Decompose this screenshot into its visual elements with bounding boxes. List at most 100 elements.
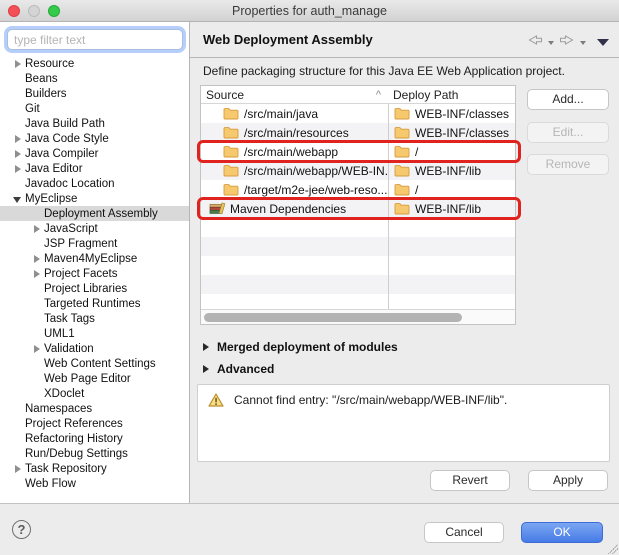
section-merged-deployment[interactable]: Merged deployment of modules: [203, 340, 398, 354]
page-description: Define packaging structure for this Java…: [203, 64, 565, 78]
sidebar-item-project-libraries[interactable]: Project Libraries: [0, 281, 190, 296]
chevron-collapsed-icon[interactable]: [13, 59, 23, 69]
tree-indent-spacer: [32, 284, 42, 294]
horizontal-scrollbar[interactable]: [201, 309, 515, 324]
sidebar-item-java-editor[interactable]: Java Editor: [0, 161, 190, 176]
sidebar-item-beans[interactable]: Beans: [0, 71, 190, 86]
sidebar-item-label: Task Repository: [25, 463, 107, 475]
sidebar-item-label: Targeted Runtimes: [44, 298, 141, 310]
column-header-deploy-path[interactable]: Deploy Path: [388, 86, 515, 103]
back-icon[interactable]: [527, 33, 543, 52]
table-row[interactable]: /src/main/javaWEB-INF/classes: [201, 104, 515, 123]
sidebar-item-web-page-editor[interactable]: Web Page Editor: [0, 371, 190, 386]
source-cell[interactable]: /src/main/webapp/WEB-IN...: [201, 164, 388, 178]
tree-indent-spacer: [32, 374, 42, 384]
header-divider: [190, 57, 619, 58]
help-icon[interactable]: ?: [12, 520, 31, 539]
sidebar-item-project-facets[interactable]: Project Facets: [0, 266, 190, 281]
edit-button: Edit...: [527, 122, 609, 143]
window-title: Properties for auth_manage: [232, 4, 387, 18]
zoom-icon[interactable]: [48, 5, 60, 17]
table-row[interactable]: /src/main/webapp/WEB-IN...WEB-INF/lib: [201, 161, 515, 180]
sidebar-item-web-flow[interactable]: Web Flow: [0, 476, 190, 491]
deploy-path-cell[interactable]: WEB-INF/classes: [388, 126, 515, 140]
chevron-collapsed-icon[interactable]: [32, 344, 42, 354]
sidebar-item-builders[interactable]: Builders: [0, 86, 190, 101]
sidebar-item-myeclipse[interactable]: MyEclipse: [0, 191, 190, 206]
column-header-source[interactable]: Source ^: [201, 86, 388, 103]
sidebar-item-javadoc-location[interactable]: Javadoc Location: [0, 176, 190, 191]
resize-grip-icon[interactable]: [608, 544, 618, 554]
source-cell[interactable]: /target/m2e-jee/web-reso...: [201, 183, 388, 197]
sidebar-item-label: MyEclipse: [25, 193, 77, 205]
sidebar-item-java-compiler[interactable]: Java Compiler: [0, 146, 190, 161]
add-button[interactable]: Add...: [527, 89, 609, 110]
sidebar-item-xdoclet[interactable]: XDoclet: [0, 386, 190, 401]
chevron-expanded-icon[interactable]: [13, 194, 23, 204]
sidebar-item-maven4myeclipse[interactable]: Maven4MyEclipse: [0, 251, 190, 266]
sidebar-item-targeted-runtimes[interactable]: Targeted Runtimes: [0, 296, 190, 311]
chevron-collapsed-icon[interactable]: [32, 269, 42, 279]
sidebar-item-jsp-fragment[interactable]: JSP Fragment: [0, 236, 190, 251]
sidebar-item-label: Java Editor: [25, 163, 83, 175]
sidebar-item-label: Web Page Editor: [44, 373, 131, 385]
table-actions: Add... Edit... Remove: [527, 89, 609, 175]
sidebar-item-uml1[interactable]: UML1: [0, 326, 190, 341]
sidebar-item-git[interactable]: Git: [0, 101, 190, 116]
deploy-path-cell[interactable]: WEB-INF/classes: [388, 107, 515, 121]
sidebar-item-label: Refactoring History: [25, 433, 123, 445]
scrollbar-thumb[interactable]: [204, 313, 462, 322]
sidebar-item-web-content-settings[interactable]: Web Content Settings: [0, 356, 190, 371]
table-row[interactable]: /src/main/resourcesWEB-INF/classes: [201, 123, 515, 142]
source-cell[interactable]: /src/main/java: [201, 107, 388, 121]
deploy-path-cell[interactable]: WEB-INF/lib: [388, 202, 515, 216]
sidebar-item-namespaces[interactable]: Namespaces: [0, 401, 190, 416]
traffic-lights: [8, 5, 60, 17]
deploy-path-cell[interactable]: /: [388, 183, 515, 197]
forward-icon[interactable]: [559, 33, 575, 52]
apply-button[interactable]: Apply: [528, 470, 608, 491]
sidebar-item-resource[interactable]: Resource: [0, 56, 190, 71]
sidebar-item-javascript[interactable]: JavaScript: [0, 221, 190, 236]
source-cell[interactable]: Maven Dependencies: [201, 202, 388, 216]
chevron-collapsed-icon[interactable]: [13, 149, 23, 159]
sidebar-item-label: Git: [25, 103, 40, 115]
chevron-collapsed-icon[interactable]: [13, 164, 23, 174]
chevron-collapsed-icon[interactable]: [13, 134, 23, 144]
cancel-button[interactable]: Cancel: [424, 522, 504, 543]
table-row[interactable]: /target/m2e-jee/web-reso.../: [201, 180, 515, 199]
section-advanced[interactable]: Advanced: [203, 362, 274, 376]
dialog-footer: ? Cancel OK: [0, 503, 619, 555]
chevron-collapsed-icon[interactable]: [32, 224, 42, 234]
sidebar-item-label: Beans: [25, 73, 58, 85]
sidebar-item-validation[interactable]: Validation: [0, 341, 190, 356]
chevron-collapsed-icon[interactable]: [13, 464, 23, 474]
sidebar-item-task-tags[interactable]: Task Tags: [0, 311, 190, 326]
filter-input[interactable]: [7, 29, 183, 50]
sidebar-item-java-code-style[interactable]: Java Code Style: [0, 131, 190, 146]
sidebar-item-run-debug-settings[interactable]: Run/Debug Settings: [0, 446, 190, 461]
sidebar-item-label: Web Content Settings: [44, 358, 156, 370]
table-row[interactable]: /src/main/webapp /: [201, 142, 515, 161]
view-menu-icon[interactable]: [597, 39, 609, 46]
source-cell[interactable]: /src/main/webapp: [201, 145, 388, 159]
sidebar-item-java-build-path[interactable]: Java Build Path: [0, 116, 190, 131]
deploy-path-cell[interactable]: /: [388, 145, 515, 159]
sidebar-item-task-repository[interactable]: Task Repository: [0, 461, 190, 476]
sidebar-item-label: Namespaces: [25, 403, 92, 415]
revert-button[interactable]: Revert: [430, 470, 510, 491]
source-cell[interactable]: /src/main/resources: [201, 126, 388, 140]
chevron-collapsed-icon[interactable]: [32, 254, 42, 264]
deploy-path: WEB-INF/lib: [415, 202, 481, 216]
table-row[interactable]: Maven Dependencies WEB-INF/lib: [201, 199, 515, 218]
page-title: Web Deployment Assembly: [203, 32, 373, 47]
forward-dropdown-icon[interactable]: [580, 41, 586, 45]
close-icon[interactable]: [8, 5, 20, 17]
sidebar-item-deployment-assembly[interactable]: Deployment Assembly: [0, 206, 190, 221]
sidebar-item-refactoring-history[interactable]: Refactoring History: [0, 431, 190, 446]
source-path: /src/main/webapp: [244, 145, 338, 159]
back-dropdown-icon[interactable]: [548, 41, 554, 45]
sidebar-item-project-references[interactable]: Project References: [0, 416, 190, 431]
ok-button[interactable]: OK: [521, 522, 603, 543]
deploy-path-cell[interactable]: WEB-INF/lib: [388, 164, 515, 178]
